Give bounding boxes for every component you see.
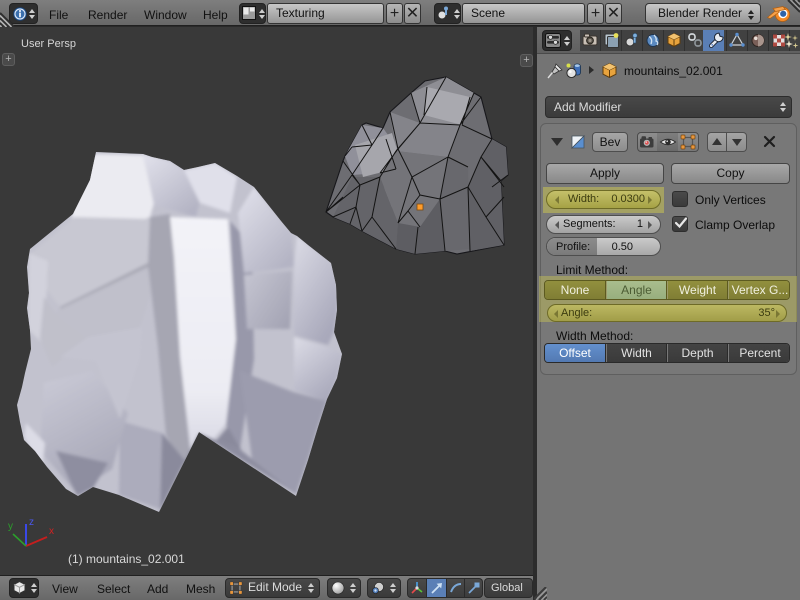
svg-text:z: z	[29, 517, 34, 528]
svg-text:y: y	[8, 521, 13, 532]
svg-text:x: x	[49, 526, 54, 537]
